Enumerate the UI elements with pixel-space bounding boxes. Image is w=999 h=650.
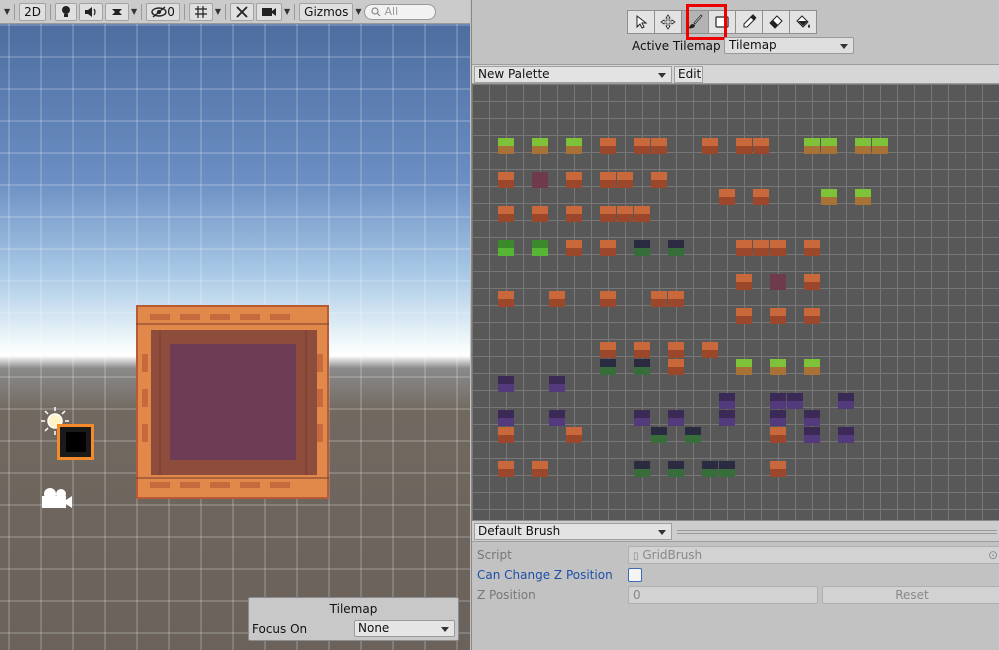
brush-header: Default Brush — [472, 520, 999, 542]
toggle-2d-button[interactable]: 2D — [19, 2, 47, 21]
fill-tool-button[interactable] — [789, 10, 817, 34]
toolbar-divider — [224, 3, 226, 20]
search-placeholder: All — [384, 5, 399, 18]
toolbar-divider — [14, 3, 16, 20]
selected-object-icon[interactable] — [57, 424, 94, 460]
palette-select[interactable]: New Palette — [474, 66, 672, 83]
active-tilemap-value: Tilemap — [729, 38, 777, 52]
paint-tool-highlight — [686, 4, 727, 40]
script-field: ▯ GridBrush ⊙ — [628, 546, 999, 564]
move-tool-icon — [660, 14, 676, 30]
eraser-tool-icon — [769, 15, 783, 29]
palette-tile-grid[interactable] — [472, 84, 999, 520]
lightbulb-icon[interactable] — [55, 2, 78, 21]
focus-on-value: None — [358, 621, 390, 635]
visibility-icon — [151, 5, 167, 18]
tile-palette-panel: Active Tilemap Tilemap New Palette Edit … — [471, 0, 999, 650]
visibility-toggle[interactable]: 0 — [146, 2, 180, 21]
active-tilemap-label: Active Tilemap — [632, 39, 721, 53]
chevron-down-icon — [441, 627, 449, 632]
fill-tool-icon — [796, 15, 810, 28]
scene-panel: ▼ 2D ▼ 0 ▼ ▼ Gizmos ▼ All — [0, 0, 470, 650]
toolbar-divider — [294, 3, 296, 20]
scene-toolbar: ▼ 2D ▼ 0 ▼ ▼ Gizmos ▼ All — [0, 0, 470, 24]
toolbar-divider — [50, 3, 52, 20]
tilemap-overlay-title: Tilemap — [329, 602, 378, 616]
chevron-down-icon — [658, 530, 666, 535]
toolbar-divider — [183, 3, 185, 20]
brush-splitter-handle[interactable] — [677, 530, 997, 534]
select-tool-icon — [636, 14, 648, 29]
palette-tiles-canvas — [472, 84, 999, 520]
palette-header: New Palette Edit — [472, 64, 999, 84]
focus-on-label: Focus On — [252, 622, 308, 636]
toolbar-divider — [141, 3, 143, 20]
eraser-tool-button[interactable] — [762, 10, 790, 34]
tilemap-room-frame[interactable] — [136, 305, 329, 499]
tilemap-overlay: Tilemap Focus On None — [248, 597, 459, 641]
tools-icon[interactable] — [229, 2, 254, 21]
can-change-z-row: Can Change Z Position — [472, 565, 999, 585]
move-tool-button[interactable] — [654, 10, 682, 34]
z-position-field[interactable]: 0 — [628, 586, 818, 604]
z-position-row: Z Position 0 Reset — [472, 585, 999, 605]
effects-icon[interactable] — [105, 2, 130, 21]
picker-tool-icon — [743, 14, 757, 28]
can-change-z-checkbox[interactable] — [628, 568, 642, 582]
search-icon — [370, 6, 380, 16]
brush-select[interactable]: Default Brush — [474, 523, 672, 540]
scene-viewport[interactable] — [0, 24, 470, 650]
chevron-down-icon[interactable]: ▼ — [284, 7, 290, 16]
camera-gizmo-icon[interactable] — [42, 488, 72, 508]
audio-icon[interactable] — [79, 2, 104, 21]
camera-icon[interactable] — [255, 2, 282, 21]
can-change-z-label: Can Change Z Position — [477, 568, 613, 582]
brush-name: Default Brush — [478, 524, 561, 538]
chevron-down-icon[interactable]: ▼ — [131, 7, 137, 16]
hidden-count: 0 — [167, 4, 175, 19]
chevron-down-icon — [658, 73, 666, 78]
palette-name: New Palette — [478, 67, 550, 81]
reset-button[interactable]: Reset — [822, 586, 999, 604]
scene-canvas — [0, 24, 470, 650]
script-file-icon: ▯ — [633, 551, 639, 562]
chevron-down-icon — [840, 44, 848, 49]
select-tool-button[interactable] — [627, 10, 655, 34]
grid-icon[interactable] — [188, 2, 213, 21]
picker-tool-button[interactable] — [735, 10, 763, 34]
chevron-down-icon[interactable]: ▼ — [4, 7, 10, 16]
chevron-down-icon[interactable]: ▼ — [215, 7, 221, 16]
object-picker-icon[interactable]: ⊙ — [988, 547, 998, 563]
z-position-label: Z Position — [477, 588, 536, 602]
scene-search-input[interactable]: All — [363, 3, 436, 20]
active-tilemap-select[interactable]: Tilemap — [724, 37, 854, 54]
focus-on-select[interactable]: None — [354, 620, 455, 637]
gizmos-button[interactable]: Gizmos — [299, 2, 354, 21]
edit-palette-button[interactable]: Edit — [674, 66, 703, 83]
script-value: GridBrush — [642, 548, 703, 562]
script-label: Script — [477, 548, 512, 562]
script-row: Script ▯ GridBrush ⊙ — [472, 545, 999, 565]
chevron-down-icon[interactable]: ▼ — [355, 7, 361, 16]
